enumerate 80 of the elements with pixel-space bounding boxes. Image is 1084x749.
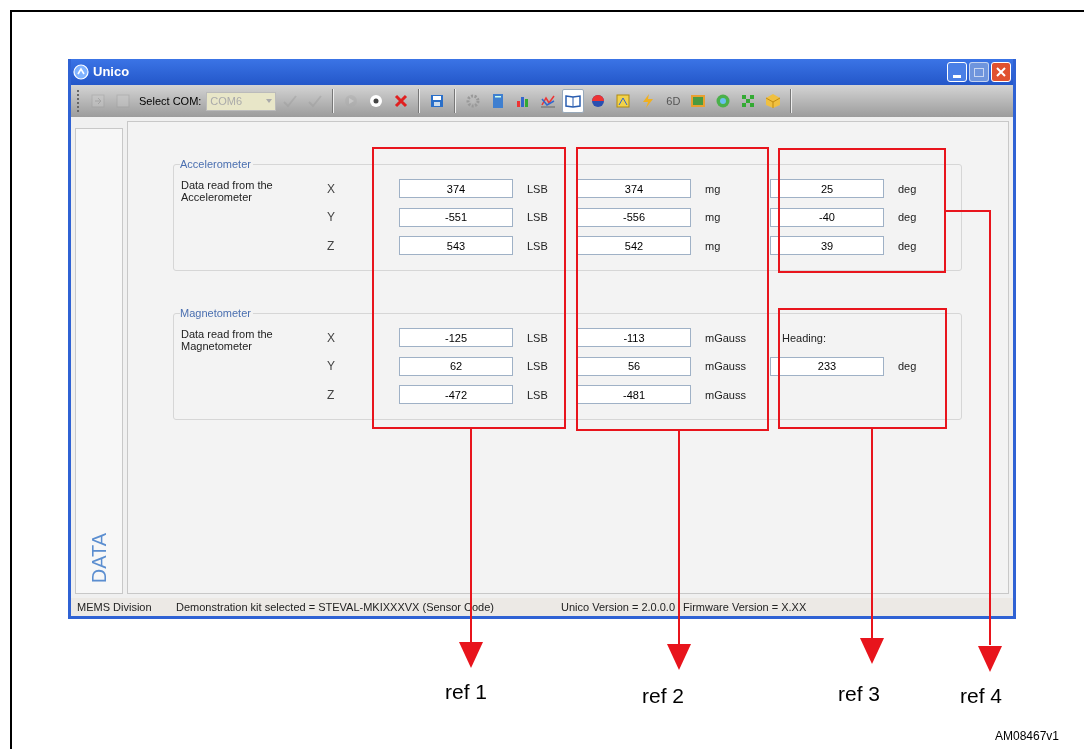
- minimize-button[interactable]: [947, 62, 967, 82]
- check-icon: [282, 93, 299, 109]
- unit-label: mg: [704, 238, 722, 254]
- close-button[interactable]: [991, 62, 1011, 82]
- group-description: Data read from the Accelerometer: [181, 177, 274, 203]
- toolbar-button[interactable]: 6D: [662, 89, 685, 113]
- dropdown-value: COM6: [210, 93, 243, 109]
- value-field[interactable]: 543: [399, 236, 513, 256]
- square-icon: [115, 93, 131, 109]
- maximize-icon: [974, 67, 984, 77]
- picture-icon: [690, 93, 707, 109]
- window-title: Unico: [93, 63, 130, 82]
- maximize-button[interactable]: [969, 62, 989, 82]
- record-icon: [368, 93, 385, 109]
- dots-icon: [740, 93, 757, 109]
- value-field[interactable]: -472: [399, 385, 513, 405]
- cross-icon: [393, 93, 410, 109]
- unit-label: LSB: [526, 181, 549, 197]
- chart-icon: [615, 93, 632, 109]
- group-description: Data read from the Magnetometer: [181, 326, 274, 352]
- unit-label: deg: [897, 210, 918, 225]
- app-logo-icon: [73, 64, 89, 80]
- value-field[interactable]: -125: [399, 328, 513, 348]
- globe-icon: [715, 93, 732, 109]
- value-field[interactable]: -40: [770, 207, 884, 227]
- value-field[interactable]: 62: [399, 356, 513, 376]
- axis-label: Y: [327, 358, 336, 376]
- value-field[interactable]: 56: [577, 356, 691, 376]
- book-button[interactable]: [562, 89, 585, 113]
- ball-icon: [590, 93, 607, 109]
- close-icon: [996, 67, 1006, 77]
- axis-label: Y: [327, 209, 336, 227]
- status-text: Unico Version = 2.0.0.0: [561, 599, 677, 615]
- axis-label: Z: [327, 386, 336, 404]
- callout-label: ref 4: [960, 683, 1003, 709]
- toolbar-grip: [77, 90, 80, 112]
- unit-label: mGauss: [704, 359, 747, 374]
- value-field[interactable]: 233: [770, 356, 884, 376]
- value-field[interactable]: -113: [577, 328, 691, 348]
- value-field[interactable]: 25: [770, 179, 884, 199]
- check-icon: [307, 93, 324, 109]
- value-field[interactable]: 542: [577, 236, 691, 256]
- group-title: Accelerometer: [180, 157, 252, 172]
- unit-label: LSB: [526, 359, 549, 374]
- unit-label: deg: [897, 181, 918, 197]
- cube-icon: [765, 93, 782, 109]
- axis-label: X: [327, 329, 336, 347]
- axis-label: X: [327, 180, 336, 198]
- unit-label: deg: [897, 238, 918, 254]
- unit-label: deg: [897, 359, 918, 374]
- unit-label: mg: [704, 210, 722, 225]
- axis-label: Z: [327, 237, 336, 255]
- heading-label: Heading:: [781, 330, 828, 346]
- book-icon: [565, 93, 582, 109]
- value-field[interactable]: 39: [770, 236, 884, 256]
- value-field[interactable]: -481: [577, 385, 691, 405]
- callout-label: ref 1: [445, 679, 488, 705]
- unit-label: mGauss: [704, 387, 747, 403]
- value-field[interactable]: 374: [399, 179, 513, 199]
- line-chart-icon: [540, 93, 557, 109]
- unit-label: LSB: [526, 387, 549, 403]
- com-label: Select COM:: [139, 93, 202, 109]
- value-field[interactable]: -551: [399, 207, 513, 227]
- status-text: Firmware Version = X.XX: [683, 599, 808, 615]
- gear-icon: [465, 93, 482, 109]
- figure-id: AM08467v1: [995, 728, 1060, 745]
- unit-label: mGauss: [704, 330, 747, 346]
- status-text: MEMS Division: [77, 599, 153, 615]
- unit-label: LSB: [526, 330, 549, 346]
- caret-icon: [266, 99, 273, 103]
- unit-label: mg: [704, 181, 722, 197]
- group-title: Magnetometer: [180, 306, 252, 321]
- callout-label: ref 2: [642, 683, 685, 709]
- unit-label: LSB: [526, 210, 549, 225]
- minimize-icon: [953, 75, 961, 78]
- unit-label: LSB: [526, 238, 549, 254]
- floppy-icon: [429, 93, 446, 109]
- value-field[interactable]: -556: [577, 207, 691, 227]
- value-field[interactable]: 374: [577, 179, 691, 199]
- callout-label: ref 3: [838, 681, 881, 707]
